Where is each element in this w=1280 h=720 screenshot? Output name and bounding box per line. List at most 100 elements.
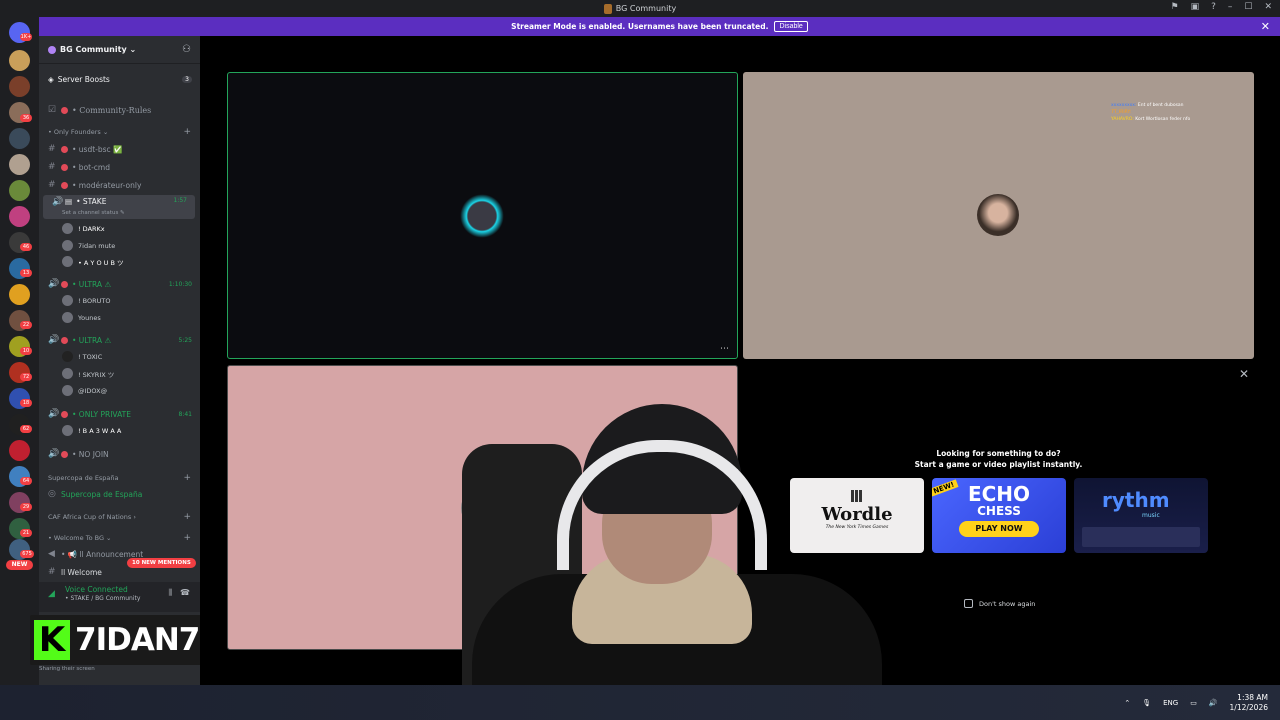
server-boosts[interactable]: ◈ Server Boosts 3 (39, 72, 200, 86)
new-badge[interactable]: NEW (6, 560, 33, 570)
channel-timer: 8:41 (178, 410, 192, 418)
clock[interactable]: 1:38 AM 1/12/2026 (1230, 693, 1268, 713)
streamer-mode-banner: Streamer Mode is enabled. Usernames have… (39, 17, 1280, 36)
server-badge: 36 (20, 114, 32, 122)
avatar (62, 425, 73, 436)
channel-label: • Community-Rules (72, 105, 152, 115)
voice-user[interactable]: @IDOX@ (62, 385, 107, 396)
new-mentions-pill[interactable]: 10 NEW MENTIONS (127, 558, 196, 568)
channel-status-prompt[interactable]: Set a channel status ✎ (39, 209, 200, 217)
voice-channel-only-private[interactable]: 🔊 • ONLY PRIVATE 8:41 (39, 407, 200, 421)
voice-user[interactable]: ! B A 3 W A A (62, 425, 121, 436)
server-icon[interactable] (9, 180, 30, 201)
close-window-icon[interactable]: ✕ (1264, 2, 1272, 12)
boost-count: 3 (182, 75, 192, 83)
avatar (62, 385, 73, 396)
more-options-icon[interactable]: ⋯ (720, 344, 729, 354)
server-rail: 1K+ 36 46 13 22 10 72 18 62 64 29 21 675… (0, 17, 39, 685)
maximize-icon[interactable]: ☐ (1244, 2, 1252, 12)
play-now-button[interactable]: PLAY NOW (959, 521, 1039, 537)
server-badge: 62 (20, 425, 32, 433)
channel-timer: 5:25 (178, 336, 192, 344)
screen-icon[interactable]: ▣ (1191, 2, 1200, 12)
server-icon[interactable] (9, 284, 30, 305)
status-dot (61, 163, 68, 171)
close-banner-icon[interactable]: ✕ (1261, 20, 1270, 33)
chat-msg: Ent of bent dubosan (1137, 103, 1184, 108)
server-icon[interactable] (9, 206, 30, 227)
voice-channel-ultra[interactable]: 🔊 • ULTRA ⚠ 1:10:30 (39, 277, 200, 291)
voice-user[interactable]: ! BORUTO (62, 295, 111, 306)
channel-label: • bot-cmd (72, 162, 110, 172)
dont-show-again[interactable]: Don't show again (964, 599, 1035, 608)
chat-user: YAHAVRO: (1111, 117, 1134, 122)
category-welcome[interactable]: • Welcome To BG ⌄ + (39, 533, 200, 543)
add-channel-icon[interactable]: + (183, 127, 191, 137)
channel-supercopa[interactable]: ◎ Supercopa de España (39, 487, 200, 501)
speaker-icon: 🔊 (52, 197, 64, 207)
rules-icon: ☑ (48, 105, 57, 115)
channel-community-rules[interactable]: ☑ • Community-Rules (39, 103, 200, 117)
checkbox[interactable] (964, 599, 973, 608)
mic-icon[interactable]: 🎙 (1142, 699, 1151, 707)
server-icon[interactable] (9, 50, 30, 71)
voice-channel-ultra-2[interactable]: 🔊 • ULTRA ⚠ 5:25 (39, 333, 200, 347)
participant-tile[interactable]: xxxxxxxxx: Ent of bent dubosan 7T_IRIRY:… (743, 72, 1254, 359)
noise-suppression-icon[interactable]: ⫼ (168, 588, 172, 598)
volume-icon[interactable]: 🔊 (1209, 699, 1218, 707)
participant-tile[interactable]: ⋯ (227, 72, 738, 359)
close-activity-icon[interactable]: ✕ (1239, 367, 1249, 381)
channel-label: • ULTRA ⚠ (72, 335, 112, 345)
voice-user[interactable]: ! TOXIC (62, 351, 102, 362)
hash-icon: # (48, 180, 56, 190)
voice-user[interactable]: 7idan mute (62, 240, 115, 251)
voice-channel-no-join[interactable]: 🔊 • NO JOIN (39, 447, 200, 461)
category-label: • Only Founders ⌄ (48, 128, 109, 136)
participant-avatar (460, 194, 504, 238)
rythm-sub: music (1142, 512, 1160, 519)
category-supercopa[interactable]: Supercopa de España + (39, 473, 200, 483)
voice-connected-channel[interactable]: • STAKE / BG Community (65, 595, 140, 602)
globe-icon: ◎ (48, 489, 56, 499)
server-icon[interactable] (9, 154, 30, 175)
guild-icon (48, 45, 56, 54)
inbox-icon[interactable]: ⚑ (1171, 2, 1179, 12)
chat-line: xxxxxxxxx: Ent of bent dubosan (1111, 102, 1190, 109)
server-icon[interactable] (9, 440, 30, 461)
help-icon[interactable]: ? (1211, 2, 1216, 12)
channel-bot-cmd[interactable]: # • bot-cmd (39, 160, 200, 174)
add-channel-icon[interactable]: + (183, 473, 191, 483)
stream-chat-overlay: xxxxxxxxx: Ent of bent dubosan 7T_IRIRY:… (1111, 102, 1190, 123)
server-badge: 675 (20, 550, 34, 558)
invite-icon[interactable]: ⚇ (182, 44, 191, 55)
rythm-card[interactable]: rythm music (1074, 478, 1208, 553)
channel-usdt-bsc[interactable]: # • usdt-bsc ✅ (39, 142, 200, 156)
disconnect-icon[interactable]: ☎ (180, 588, 190, 598)
voice-user[interactable]: ! DARKx (62, 223, 105, 234)
server-icon[interactable] (9, 128, 30, 149)
server-boosts-label: Server Boosts (57, 74, 110, 84)
add-channel-icon[interactable]: + (183, 533, 191, 543)
category-only-founders[interactable]: • Only Founders ⌄ + (39, 127, 200, 137)
guild-header[interactable]: BG Community ⌄ ⚇ (39, 36, 200, 64)
username: ! DARKx (78, 224, 105, 233)
voice-user[interactable]: ! SKYRIX ツ (62, 368, 114, 379)
display-icon[interactable]: ▭ (1190, 699, 1197, 707)
chevron-up-icon[interactable]: ⌃ (1124, 699, 1130, 707)
voice-user[interactable]: Younes (62, 312, 101, 323)
echo-chess-card[interactable]: NEW! ECHO CHESS PLAY NOW (932, 478, 1066, 553)
chat-user: xxxxxxxxx: (1111, 103, 1137, 108)
voice-user[interactable]: • A Y O U B ツ (62, 256, 123, 267)
title-bar-controls: ⚑ ▣ ? – ☐ ✕ (1171, 2, 1273, 12)
channel-moderateur-only[interactable]: # • modérateur-only (39, 178, 200, 192)
disable-streamer-mode-button[interactable]: Disable (774, 21, 808, 32)
speaker-icon: 🔊 (48, 335, 60, 345)
channel-timer: 1:57 (173, 197, 187, 204)
add-channel-icon[interactable]: + (183, 512, 191, 522)
category-caf[interactable]: CAF Africa Cup of Nations › + (39, 512, 200, 522)
language-indicator[interactable]: ENG (1163, 699, 1178, 707)
home-badge: 1K+ (20, 33, 32, 41)
server-badge: 22 (20, 321, 32, 329)
minimize-icon[interactable]: – (1228, 2, 1233, 12)
server-icon[interactable] (9, 76, 30, 97)
